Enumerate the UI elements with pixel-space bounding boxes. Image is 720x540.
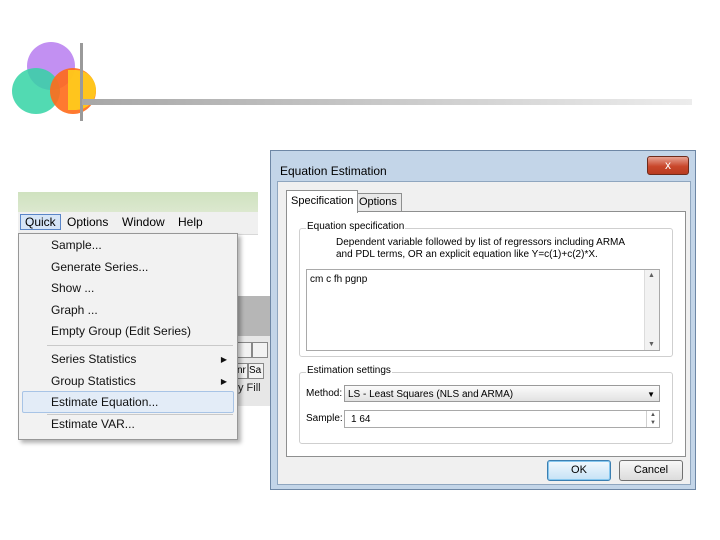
estimation-settings-legend: Estimation settings <box>306 365 392 376</box>
dialog-body: Specification Options Equation specifica… <box>277 181 691 485</box>
background-toolbar-button[interactable] <box>236 342 252 358</box>
decorative-horizontal-line <box>82 99 692 105</box>
menu-item-group-statistics[interactable]: Group Statistics <box>51 374 136 388</box>
tab-specification[interactable]: Specification <box>286 190 359 213</box>
menu-options[interactable]: Options <box>67 215 108 229</box>
menu-item-empty-group[interactable]: Empty Group (Edit Series) <box>51 324 191 338</box>
menu-item-sample[interactable]: Sample... <box>51 238 102 252</box>
submenu-arrow-icon: ▶ <box>220 377 227 386</box>
quick-menu-dropdown: Sample... Generate Series... Show ... Gr… <box>18 233 238 440</box>
menu-item-estimate-equation[interactable]: Estimate Equation... <box>51 395 158 409</box>
equation-scrollbar[interactable]: ▲ ▼ <box>644 270 659 350</box>
method-select[interactable]: LS - Least Squares (NLS and ARMA) ▼ <box>344 385 660 402</box>
spin-up-icon[interactable]: ▲ <box>647 411 659 419</box>
equation-hint-line2: and PDL terms, OR an explicit equation l… <box>336 249 598 260</box>
close-button[interactable]: x <box>647 156 689 175</box>
menu-item-generate-series[interactable]: Generate Series... <box>51 260 148 274</box>
menu-separator <box>47 345 233 346</box>
menubar: Quick Options Window Help <box>18 212 258 235</box>
background-tab-stub[interactable]: Sa <box>248 363 264 379</box>
submenu-arrow-icon: ▶ <box>220 355 227 364</box>
chevron-down-icon: ▼ <box>647 390 655 399</box>
menu-item-show[interactable]: Show ... <box>51 281 94 295</box>
spin-down-icon[interactable]: ▼ <box>647 419 659 427</box>
sample-value: 1 64 <box>351 414 371 425</box>
background-partial-label: y Fill <box>238 382 261 394</box>
scroll-up-icon[interactable]: ▲ <box>648 272 655 279</box>
menu-item-estimate-var[interactable]: Estimate VAR... <box>51 417 135 431</box>
decorative-vertical-line <box>80 43 83 121</box>
background-window-titlebar <box>234 296 274 336</box>
equation-estimation-dialog: Equation Estimation x Specification Opti… <box>270 150 696 490</box>
sample-label: Sample: <box>306 413 343 424</box>
menu-quick[interactable]: Quick <box>20 214 61 230</box>
equation-specification-legend: Equation specification <box>306 221 406 232</box>
ok-button[interactable]: OK <box>547 460 611 481</box>
equation-hint-line1: Dependent variable followed by list of r… <box>336 237 626 248</box>
menu-item-graph[interactable]: Graph ... <box>51 303 98 317</box>
scroll-down-icon[interactable]: ▼ <box>648 341 655 348</box>
menu-help[interactable]: Help <box>178 215 203 229</box>
dialog-title: Equation Estimation <box>280 164 387 178</box>
background-toolbar-button[interactable] <box>252 342 268 358</box>
menu-window[interactable]: Window <box>122 215 165 229</box>
menu-separator <box>47 414 233 415</box>
menu-item-series-statistics[interactable]: Series Statistics <box>51 352 136 366</box>
estimation-settings-group: Estimation settings Method: LS - Least S… <box>299 365 673 444</box>
equation-text: cm c fh pgnp <box>310 274 368 285</box>
method-label: Method: <box>306 388 343 399</box>
specification-panel: Equation specification Dependent variabl… <box>286 211 686 457</box>
equation-specification-input[interactable]: cm c fh pgnp ▲ ▼ <box>306 269 660 351</box>
sample-input[interactable]: 1 64 ▲ ▼ <box>344 410 660 428</box>
method-value: LS - Least Squares (NLS and ARMA) <box>348 389 514 400</box>
tab-options[interactable]: Options <box>354 193 402 211</box>
sample-spinner[interactable]: ▲ ▼ <box>646 411 659 427</box>
close-icon: x <box>665 158 671 172</box>
app-window-titlebar <box>18 192 258 212</box>
equation-specification-group: Equation specification Dependent variabl… <box>299 221 673 357</box>
cancel-button[interactable]: Cancel <box>619 460 683 481</box>
